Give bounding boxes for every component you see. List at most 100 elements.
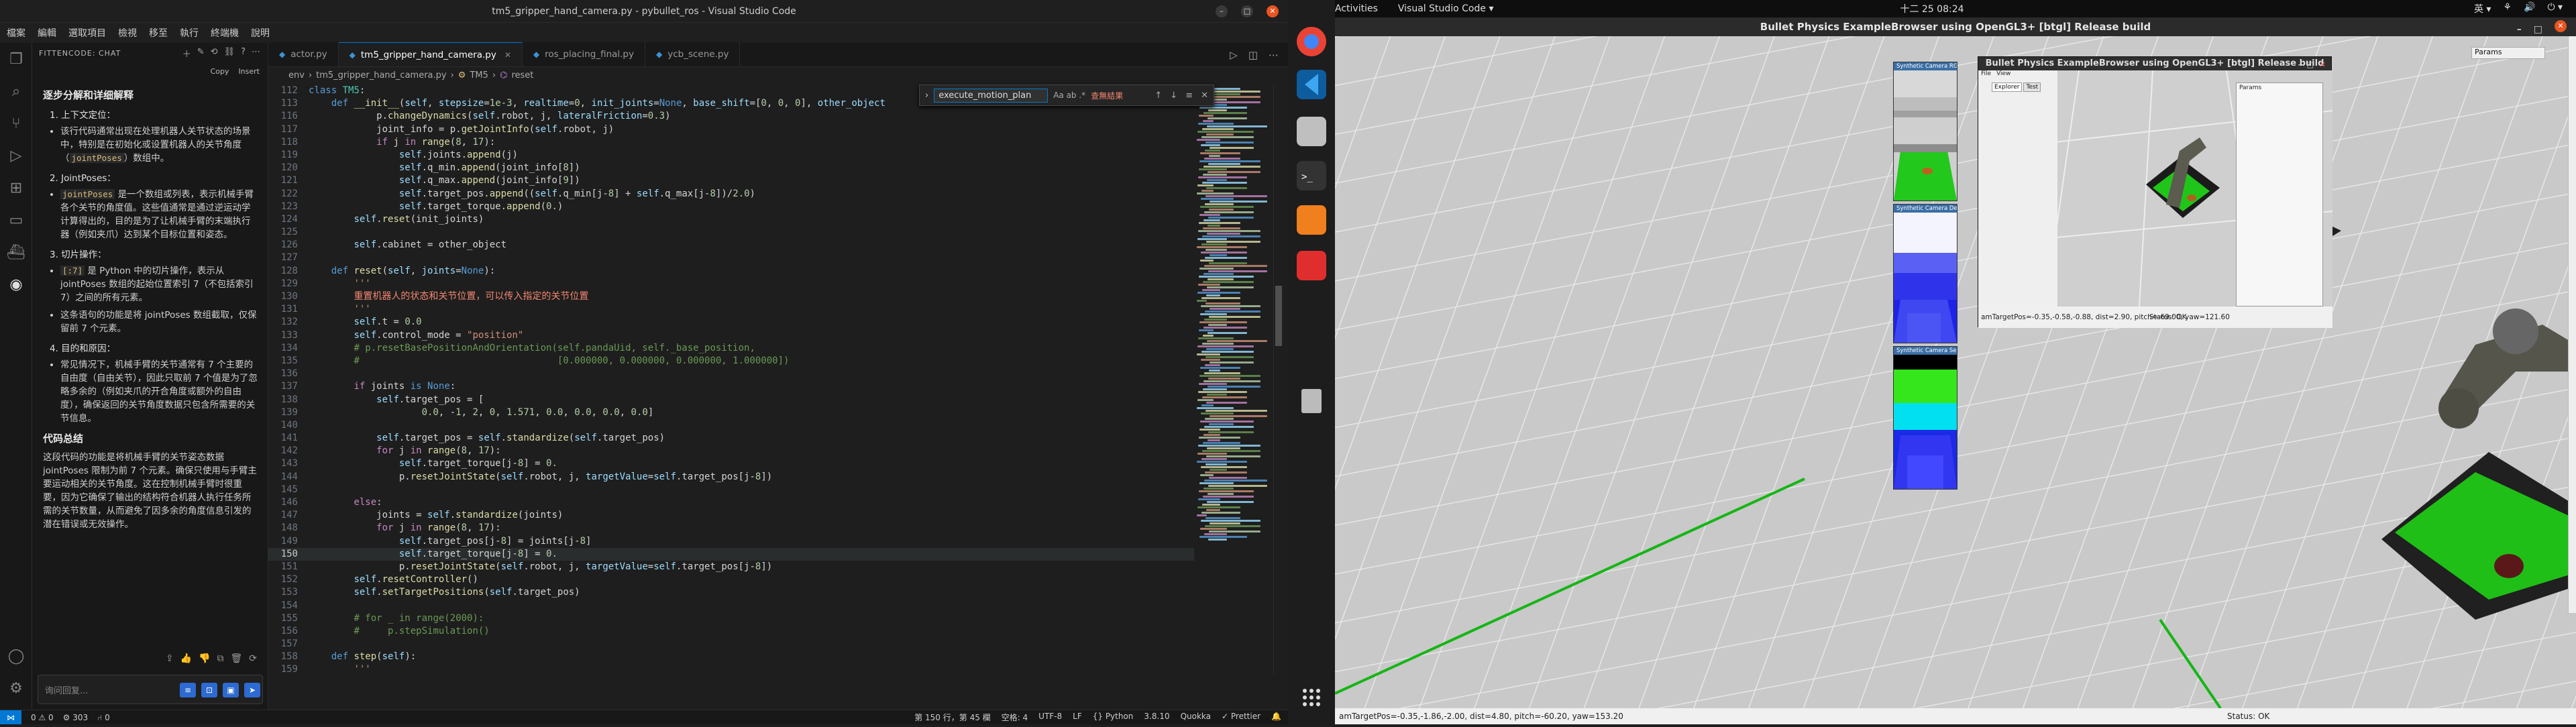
code-line[interactable]: 151 p.resetJointState(self.robot, j, tar… [268, 561, 1194, 573]
code-line[interactable]: 148 for j in range(8, 17): [268, 522, 1194, 535]
code-line[interactable]: 120 self.q_min.append(joint_info[8]) [268, 162, 1194, 174]
code-line[interactable]: 126 self.cabinet = other_object [268, 239, 1194, 251]
tab-tm5-gripper[interactable]: ◆ tm5_gripper_hand_camera.py ✕ [338, 42, 523, 66]
viewport-scrollbar[interactable] [2568, 36, 2576, 613]
code-line[interactable]: 147 joints = self.standardize(joints) [268, 509, 1194, 522]
code-line[interactable]: 125 [268, 226, 1194, 239]
ports-count[interactable]: ⚙ 303 [63, 713, 88, 722]
fittencode-icon[interactable]: ◉ [0, 268, 32, 300]
inner-maximize-button[interactable]: □ [2307, 58, 2314, 72]
search-icon[interactable]: ⌕ [0, 75, 32, 107]
inner-viewport[interactable]: File View Explorer Test Params [1978, 70, 2332, 306]
3d-viewport[interactable]: Params Bullet Physics ExampleBrowser usi… [1335, 36, 2576, 708]
app-menu[interactable]: Visual Studio Code ▾ [1398, 3, 1494, 14]
params-panel[interactable]: Params [2471, 47, 2545, 59]
prev-match-icon[interactable]: ↑ [1155, 91, 1162, 101]
run-debug-icon[interactable]: ▷ [0, 139, 32, 172]
find-input[interactable]: execute_motion_plan [934, 88, 1049, 103]
scroll-thumb[interactable] [1275, 286, 1282, 346]
more-actions-icon[interactable]: ⋯ [1269, 49, 1279, 61]
clock[interactable]: 十二 25 08:24 [1900, 2, 1964, 15]
help-icon[interactable]: ? [241, 47, 246, 60]
share-icon[interactable]: ⇪ [166, 653, 174, 664]
toggle-replace-icon[interactable]: › [925, 91, 928, 101]
tab-ycb-scene[interactable]: ◆ ycb_scene.py [645, 42, 741, 66]
network-icon[interactable]: ⚘ [2503, 2, 2512, 15]
menu-view[interactable]: 檢視 [118, 26, 137, 40]
maximize-button[interactable]: □ [1241, 5, 1253, 17]
code-line[interactable]: 116 p.changeDynamics(self.robot, j, late… [268, 110, 1194, 123]
inner-close-button[interactable]: ✕ [2320, 58, 2326, 72]
source-control-icon[interactable]: ⑂ [0, 107, 32, 139]
code-line[interactable]: 137 if joints is None: [268, 380, 1194, 393]
close-find-icon[interactable]: ✕ [1201, 91, 1208, 101]
code-line[interactable]: 154 [268, 600, 1194, 612]
menu-help[interactable]: 說明 [251, 26, 270, 40]
problems-count[interactable]: 0 ⚠ 0 [31, 713, 54, 722]
activities-button[interactable]: Activities [1335, 3, 1378, 14]
more-icon[interactable]: ⋯ [252, 47, 261, 60]
tab-explorer[interactable]: Explorer [1992, 82, 2023, 92]
code-line[interactable]: 157 [268, 638, 1194, 651]
code-line[interactable]: 141 self.target_pos = self.standardize(s… [268, 432, 1194, 445]
image-button[interactable]: ▣ [223, 683, 239, 697]
language-mode[interactable]: {} Python [1093, 712, 1134, 723]
code-line[interactable]: 136 [268, 368, 1194, 380]
code-line[interactable]: 117 joint_info = p.getJointInfo(self.rob… [268, 123, 1194, 136]
inner-minimize-button[interactable]: – [2298, 58, 2302, 72]
code-line[interactable]: 142 for j in range(8, 17): [268, 445, 1194, 457]
code-line[interactable]: 138 self.target_pos = [ [268, 394, 1194, 406]
code-line[interactable]: 158 def step(self): [268, 651, 1194, 663]
code-line[interactable]: 146 else: [268, 496, 1194, 509]
editor-scrollbar[interactable] [1273, 85, 1283, 675]
settings-gear-icon[interactable]: ⚙ [0, 672, 32, 704]
notifications-icon[interactable]: 🔔 [1271, 712, 1281, 723]
code-line[interactable]: 139 0.0, -1, 2, 0, 1.571, 0.0, 0.0, 0.0,… [268, 406, 1194, 419]
menu-file[interactable]: 檔案 [7, 26, 25, 40]
minimap[interactable] [1197, 85, 1271, 675]
explorer-icon[interactable]: ❐ [0, 43, 32, 75]
send-button[interactable]: ➤ [244, 683, 260, 697]
depth-camera-panel[interactable]: Synthetic Camera Depth data [1893, 204, 1957, 343]
history-icon[interactable]: ⟲ [211, 47, 219, 60]
split-editor-icon[interactable]: ◫ [1248, 49, 1258, 61]
segmentation-camera-panel[interactable]: Synthetic Camera Segmentation Mask [1893, 346, 1957, 490]
run-icon[interactable]: ▷ [1230, 49, 1238, 61]
link-icon[interactable]: ⛓ [224, 47, 236, 60]
tab-actor[interactable]: ◆ actor.py [268, 42, 339, 66]
prettier-status[interactable]: ✓ Prettier [1222, 712, 1260, 723]
delete-icon[interactable]: 🗑 [230, 653, 242, 664]
input-method[interactable]: 英 ▾ [2474, 2, 2491, 15]
code-line[interactable]: 133 self.control_mode = "position" [268, 329, 1194, 342]
menu-terminal[interactable]: 終端機 [211, 26, 239, 40]
code-line[interactable]: 155 # for _ in range(2000): [268, 612, 1194, 625]
code-line[interactable]: 149 self.target_pos[j-8] = joints[j-8] [268, 535, 1194, 548]
eol[interactable]: LF [1073, 712, 1082, 723]
code-line[interactable]: 144 p.resetJointState(self.robot, j, tar… [268, 471, 1194, 484]
insert-button[interactable]: Insert [238, 67, 260, 76]
next-match-icon[interactable]: ↓ [1170, 91, 1177, 101]
tab-ros-placing[interactable]: ◆ ros_placing_final.py [522, 42, 645, 66]
account-icon[interactable]: ◯ [0, 640, 32, 672]
code-line[interactable]: 134 # p.resetBasePositionAndOrientation(… [268, 342, 1194, 355]
quokka-status[interactable]: Quokka [1181, 712, 1211, 723]
close-button[interactable]: ✕ [1267, 5, 1279, 17]
code-line[interactable]: 121 self.q_max.append(joint_info[9]) [268, 174, 1194, 187]
remote-explorer-icon[interactable]: ▭ [0, 204, 32, 236]
extensions-icon[interactable]: ⊞ [0, 172, 32, 204]
code-line[interactable]: 128 def reset(self, joints=None): [268, 265, 1194, 278]
context-button[interactable]: ≡ [180, 683, 196, 697]
menu-go[interactable]: 移至 [149, 26, 168, 40]
close-button[interactable]: ✕ [2555, 20, 2567, 32]
thumbs-up-icon[interactable]: 👍 [180, 653, 192, 664]
code-line[interactable]: 119 self.joints.append(j) [268, 149, 1194, 162]
docker-icon[interactable]: ⛴ [0, 236, 32, 268]
tab-test[interactable]: Test [2023, 82, 2041, 92]
thumbs-down-icon[interactable]: 👎 [199, 653, 210, 664]
code-line[interactable]: 127 [268, 251, 1194, 264]
attach-button[interactable]: ⊡ [201, 683, 217, 697]
code-line[interactable]: 124 self.reset(init_joints) [268, 213, 1194, 226]
menu-selection[interactable]: 選取項目 [68, 26, 106, 40]
code-line[interactable]: 140 [268, 419, 1194, 432]
git-count[interactable]: ⑁ 0 [97, 713, 110, 722]
